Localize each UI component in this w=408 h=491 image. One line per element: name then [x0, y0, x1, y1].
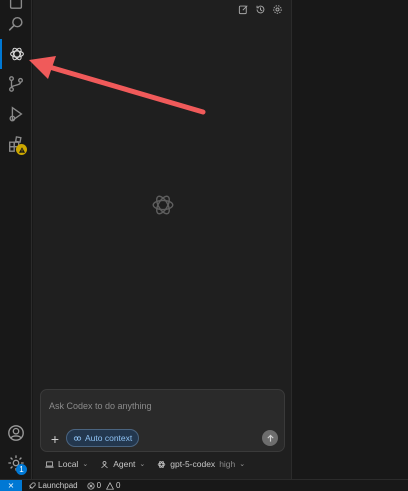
reasoning-label: high	[219, 459, 236, 469]
new-chat-icon[interactable]	[237, 3, 249, 15]
codex-icon[interactable]	[0, 39, 32, 69]
settings-gear-icon[interactable]: 1	[0, 448, 32, 478]
extensions-icon[interactable]	[0, 129, 32, 159]
error-icon	[87, 481, 95, 490]
remote-icon[interactable]: ⨯	[0, 479, 22, 491]
status-bar: ⨯ Launchpad 0 0	[0, 479, 408, 491]
laptop-icon	[45, 461, 54, 468]
launchpad-item[interactable]: Launchpad	[28, 481, 78, 490]
send-button[interactable]	[262, 430, 278, 446]
add-attachment-button[interactable]: +	[48, 432, 62, 446]
chevron-down-icon: ⌄	[82, 461, 89, 468]
arrow-up-icon	[266, 434, 274, 442]
launchpad-label: Launchpad	[38, 481, 78, 490]
search-icon[interactable]	[0, 9, 32, 39]
run-debug-icon[interactable]	[0, 99, 32, 129]
warning-badge-icon	[16, 144, 27, 155]
warning-icon	[106, 481, 115, 490]
history-icon[interactable]	[254, 3, 266, 15]
mode-label: Agent	[113, 459, 136, 469]
model-dropdown[interactable]: gpt-5-codex high ⌄	[157, 459, 245, 469]
auto-context-chip[interactable]: Auto context	[66, 429, 140, 447]
activity-bar: 1	[0, 0, 32, 479]
panel-toolbar	[237, 3, 283, 15]
rocket-icon	[29, 481, 36, 489]
environment-label: Local	[58, 459, 79, 469]
chevron-down-icon: ⌄	[139, 461, 146, 468]
codex-panel: Ask Codex to do anything + Auto context …	[33, 0, 292, 479]
error-count: 0	[96, 481, 102, 490]
model-logo-icon	[158, 460, 166, 468]
environment-dropdown[interactable]: Local ⌄	[45, 459, 88, 469]
codex-logo-icon	[152, 195, 174, 215]
chevron-down-icon: ⌄	[239, 461, 246, 468]
prompt-input[interactable]: Ask Codex to do anything	[49, 401, 152, 411]
prompt-composer[interactable]: Ask Codex to do anything + Auto context	[40, 389, 285, 452]
settings-icon[interactable]	[271, 3, 283, 15]
problems-item[interactable]: 0 0	[87, 481, 121, 490]
agent-icon	[101, 460, 108, 468]
warning-count: 0	[116, 481, 121, 490]
mode-dropdown[interactable]: Agent ⌄	[100, 459, 145, 469]
settings-badge: 1	[16, 464, 27, 475]
context-icon	[73, 435, 82, 441]
auto-context-label: Auto context	[85, 433, 133, 443]
source-control-icon[interactable]	[0, 69, 32, 99]
composer-options: Local ⌄ Agent ⌄ gpt-5-codex high ⌄	[45, 459, 257, 469]
account-icon[interactable]	[0, 418, 32, 448]
model-label: gpt-5-codex	[170, 459, 216, 469]
